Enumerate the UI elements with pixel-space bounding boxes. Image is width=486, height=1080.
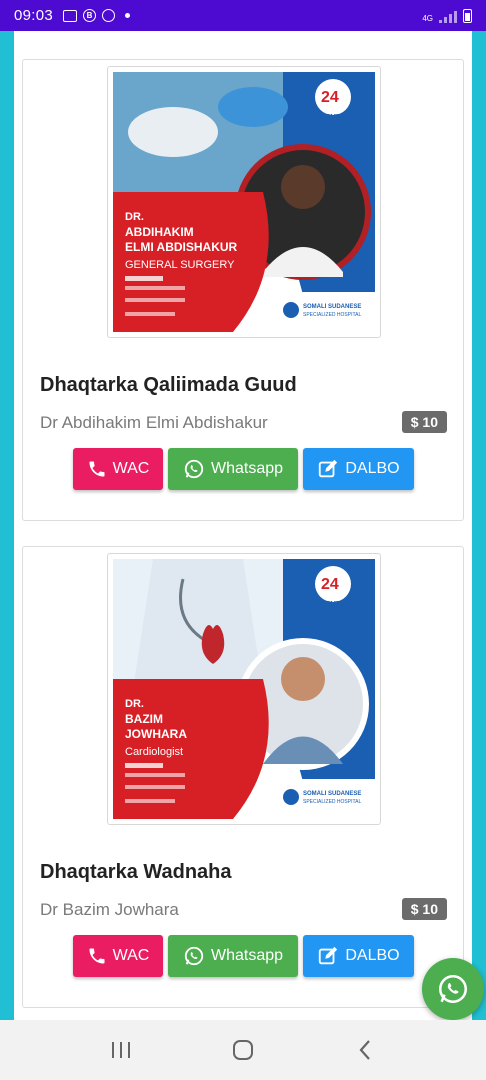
book-button-label: DALBO: [345, 947, 400, 964]
phone-icon: [89, 948, 105, 964]
doctor-card: DR. BAZIM JOWHARA Cardiologist 24 EVERYD…: [22, 546, 464, 1008]
doctor-name: Dr Abdihakim Elmi Abdishakur: [40, 413, 268, 432]
svg-text:24: 24: [321, 576, 339, 593]
svg-text:SPECIALIZED HOSPITAL: SPECIALIZED HOSPITAL: [303, 799, 361, 805]
card-title: Dhaqtarka Wadnaha: [40, 861, 232, 883]
whatsapp-button[interactable]: Whatsapp: [168, 448, 298, 490]
signal-icon: [439, 10, 457, 23]
whatsapp-button-label: Whatsapp: [210, 460, 284, 477]
book-button[interactable]: DALBO: [303, 935, 414, 977]
chrome-icon: [102, 9, 116, 22]
content-area[interactable]: DR. ABDIHAKIM ELMI ABDISHAKUR GENERAL SU…: [14, 31, 472, 1020]
phone-icon: [89, 461, 105, 477]
svg-text:Cardiologist: Cardiologist: [125, 746, 183, 758]
call-button-label: WAC: [112, 947, 150, 964]
whatsapp-icon: [438, 974, 468, 1004]
action-buttons: WAC Whatsapp DALBO: [73, 448, 414, 490]
card-title: Dhaqtarka Qaliimada Guud: [40, 374, 297, 396]
back-button[interactable]: [340, 1030, 390, 1070]
svg-text:EVERYDAY: EVERYDAY: [309, 600, 353, 609]
b-icon: B: [83, 9, 97, 22]
notification-dot-icon: [125, 13, 131, 18]
svg-text:SOMALI SUDANESE: SOMALI SUDANESE: [303, 304, 361, 310]
doctor-poster: DR. ABDIHAKIM ELMI ABDISHAKUR GENERAL SU…: [107, 66, 381, 338]
whatsapp-fab[interactable]: [422, 958, 484, 1020]
price-badge: $ 10: [401, 411, 447, 433]
status-bar: 09:03 B 4G: [0, 0, 486, 31]
home-button[interactable]: [218, 1030, 268, 1070]
price-badge: $ 10: [401, 898, 447, 920]
svg-text:24: 24: [321, 89, 339, 106]
gallery-icon: [63, 9, 78, 22]
doctor-poster: DR. BAZIM JOWHARA Cardiologist 24 EVERYD…: [107, 553, 381, 825]
action-buttons: WAC Whatsapp DALBO: [73, 935, 414, 977]
back-icon: [359, 1040, 370, 1060]
svg-text:GENERAL SURGERY: GENERAL SURGERY: [125, 259, 235, 271]
network-type: 4G: [422, 13, 433, 23]
call-button-label: WAC: [112, 460, 150, 477]
system-nav-bar: [0, 1020, 486, 1080]
doctor-name: Dr Bazim Jowhara: [40, 900, 179, 919]
edit-icon: [319, 459, 338, 478]
svg-text:BAZIM: BAZIM: [125, 712, 163, 726]
whatsapp-button-label: Whatsapp: [210, 947, 284, 964]
svg-text:JOWHARA: JOWHARA: [125, 727, 187, 741]
svg-text:ABDIHAKIM: ABDIHAKIM: [125, 225, 194, 239]
svg-text:DR.: DR.: [125, 698, 144, 710]
recent-apps-button[interactable]: [96, 1030, 146, 1070]
call-button[interactable]: WAC: [73, 935, 163, 977]
book-button[interactable]: DALBO: [303, 448, 414, 490]
doctor-card: DR. ABDIHAKIM ELMI ABDISHAKUR GENERAL SU…: [22, 59, 464, 521]
status-time: 09:03: [14, 7, 54, 24]
poster-image: DR. ABDIHAKIM ELMI ABDISHAKUR GENERAL SU…: [113, 72, 375, 332]
edit-icon: [319, 946, 338, 965]
recent-apps-icon: [112, 1042, 130, 1058]
home-icon: [233, 1040, 253, 1060]
battery-icon: [463, 8, 472, 23]
poster-image: DR. BAZIM JOWHARA Cardiologist 24 EVERYD…: [113, 559, 375, 819]
whatsapp-icon: [184, 946, 204, 966]
svg-text:ELMI ABDISHAKUR: ELMI ABDISHAKUR: [125, 240, 238, 254]
whatsapp-icon: [184, 459, 204, 479]
svg-text:SOMALI SUDANESE: SOMALI SUDANESE: [303, 791, 361, 797]
svg-text:DR.: DR.: [125, 211, 144, 223]
book-button-label: DALBO: [345, 460, 400, 477]
svg-text:EVERYDAY: EVERYDAY: [309, 113, 353, 122]
svg-text:SPECIALIZED HOSPITAL: SPECIALIZED HOSPITAL: [303, 312, 361, 318]
whatsapp-button[interactable]: Whatsapp: [168, 935, 298, 977]
call-button[interactable]: WAC: [73, 448, 163, 490]
